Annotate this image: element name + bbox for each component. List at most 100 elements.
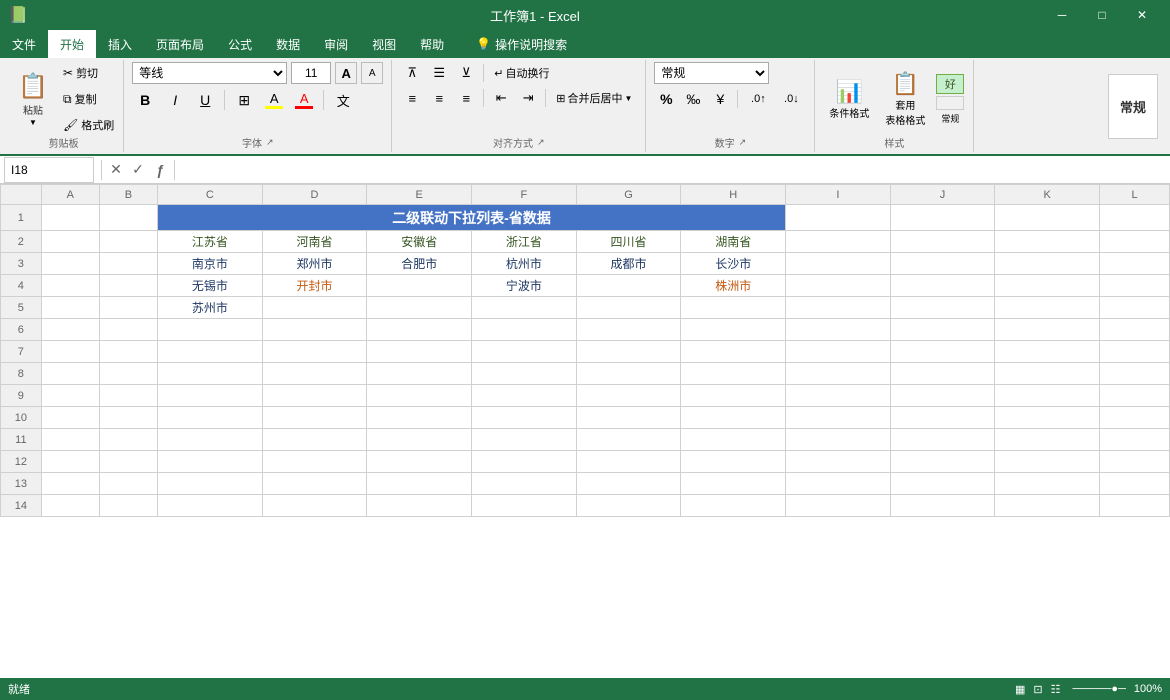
border-button[interactable]: ⊞	[231, 87, 257, 113]
cell-j2[interactable]	[890, 231, 995, 253]
cell-e5[interactable]	[367, 297, 472, 319]
cell-c5[interactable]: 苏州市	[158, 297, 263, 319]
col-header-d[interactable]: D	[262, 185, 367, 205]
cell-l3[interactable]	[1100, 253, 1170, 275]
col-header-k[interactable]: K	[995, 185, 1100, 205]
increase-indent-button[interactable]: ⇥	[516, 87, 540, 109]
cell-k4[interactable]	[995, 275, 1100, 297]
font-name-select[interactable]: 等线	[132, 62, 287, 84]
cell-b3[interactable]	[99, 253, 157, 275]
row-header-2[interactable]: 2	[1, 231, 42, 253]
format-painter-button[interactable]: 🖌 格式刷	[60, 114, 117, 136]
align-middle-button[interactable]: ☰	[427, 62, 451, 84]
cell-g5[interactable]	[576, 297, 681, 319]
cell-i1[interactable]	[786, 205, 891, 231]
align-bottom-button[interactable]: ⊻	[454, 62, 478, 84]
menu-item-formula[interactable]: 公式	[216, 30, 264, 58]
cell-g4[interactable]	[576, 275, 681, 297]
cell-k2[interactable]	[995, 231, 1100, 253]
cell-i3[interactable]	[786, 253, 891, 275]
maximize-button[interactable]: □	[1082, 0, 1122, 30]
cell-j1[interactable]	[890, 205, 995, 231]
row-header-3[interactable]: 3	[1, 253, 42, 275]
cell-b1[interactable]	[99, 205, 157, 231]
menu-item-home[interactable]: 开始	[48, 30, 96, 58]
cell-i2[interactable]	[786, 231, 891, 253]
increase-font-button[interactable]: A	[335, 62, 357, 84]
cell-k5[interactable]	[995, 297, 1100, 319]
menu-item-help[interactable]: 帮助	[408, 30, 456, 58]
row-header-4[interactable]: 4	[1, 275, 42, 297]
cell-e2[interactable]: 安徽省	[367, 231, 472, 253]
cell-g3[interactable]: 成都市	[576, 253, 681, 275]
col-header-b[interactable]: B	[99, 185, 157, 205]
col-header-h[interactable]: H	[681, 185, 786, 205]
number-expand-icon[interactable]: ↗	[739, 137, 747, 148]
decrease-indent-button[interactable]: ⇤	[489, 87, 513, 109]
cell-h2[interactable]: 湖南省	[681, 231, 786, 253]
font-size-input[interactable]	[291, 62, 331, 84]
currency-button[interactable]: ¥	[708, 88, 732, 110]
cell-d2[interactable]: 河南省	[262, 231, 367, 253]
cell-e3[interactable]: 合肥市	[367, 253, 472, 275]
cell-b4[interactable]	[99, 275, 157, 297]
bold-button[interactable]: B	[132, 87, 158, 113]
fill-color-button[interactable]: A	[261, 87, 287, 113]
percent-button[interactable]: %	[654, 88, 678, 110]
row-header-1[interactable]: 1	[1, 205, 42, 231]
row-header-5[interactable]: 5	[1, 297, 42, 319]
zoom-slider[interactable]: ─────●─	[1072, 683, 1125, 695]
increase-decimal-button[interactable]: .0↑	[743, 88, 773, 110]
cell-a1[interactable]	[41, 205, 99, 231]
cell-l2[interactable]	[1100, 231, 1170, 253]
col-header-l[interactable]: L	[1100, 185, 1170, 205]
col-header-j[interactable]: J	[890, 185, 995, 205]
cell-h4[interactable]: 株洲市	[681, 275, 786, 297]
font-color-button[interactable]: A	[291, 87, 317, 113]
cell-i5[interactable]	[786, 297, 891, 319]
cell-h3[interactable]: 长沙市	[681, 253, 786, 275]
cell-f5[interactable]	[472, 297, 577, 319]
cell-d3[interactable]: 郑州市	[262, 253, 367, 275]
decrease-decimal-button[interactable]: .0↓	[776, 88, 806, 110]
chinese-format-button[interactable]: 文	[330, 87, 356, 113]
merge-center-button[interactable]: ⊞ 合并后居中 ▼	[551, 87, 637, 109]
cell-j4[interactable]	[890, 275, 995, 297]
cell-l5[interactable]	[1100, 297, 1170, 319]
cell-b5[interactable]	[99, 297, 157, 319]
cell-k1[interactable]	[995, 205, 1100, 231]
menu-item-data[interactable]: 数据	[264, 30, 312, 58]
cell-c1-title[interactable]: 二级联动下拉列表-省数据	[158, 205, 786, 231]
font-group-expand-icon[interactable]: ↗	[266, 137, 274, 148]
align-left-button[interactable]: ≡	[400, 87, 424, 109]
formula-input[interactable]	[178, 157, 1170, 183]
cell-l4[interactable]	[1100, 275, 1170, 297]
cell-d5[interactable]	[262, 297, 367, 319]
col-header-g[interactable]: G	[576, 185, 681, 205]
cell-c2[interactable]: 江苏省	[158, 231, 263, 253]
cell-j3[interactable]	[890, 253, 995, 275]
cell-e4[interactable]	[367, 275, 472, 297]
cell-g2[interactable]: 四川省	[576, 231, 681, 253]
col-header-c[interactable]: C	[158, 185, 263, 205]
table-format-button[interactable]: 📋 套用表格格式	[879, 69, 931, 129]
cell-f4[interactable]: 宁波市	[472, 275, 577, 297]
cell-a3[interactable]	[41, 253, 99, 275]
formula-cancel-icon[interactable]: ✕	[105, 159, 127, 181]
cell-b2[interactable]	[99, 231, 157, 253]
col-header-f[interactable]: F	[472, 185, 577, 205]
decrease-font-button[interactable]: A	[361, 62, 383, 84]
cell-d4[interactable]: 开封市	[262, 275, 367, 297]
cell-i4[interactable]	[786, 275, 891, 297]
cell-f2[interactable]: 浙江省	[472, 231, 577, 253]
align-right-button[interactable]: ≡	[454, 87, 478, 109]
conditional-format-button[interactable]: 📊 条件格式	[823, 69, 875, 129]
close-button[interactable]: ✕	[1122, 0, 1162, 30]
number-format-select[interactable]: 常规	[654, 62, 769, 84]
formula-function-icon[interactable]: ƒ	[149, 159, 171, 181]
view-page-icon[interactable]: ☷	[1051, 683, 1061, 696]
cut-button[interactable]: ✂ 剪切	[60, 62, 117, 84]
col-header-i[interactable]: I	[786, 185, 891, 205]
paste-button[interactable]: 📋 粘贴 ▼	[10, 68, 56, 130]
cell-f3[interactable]: 杭州市	[472, 253, 577, 275]
